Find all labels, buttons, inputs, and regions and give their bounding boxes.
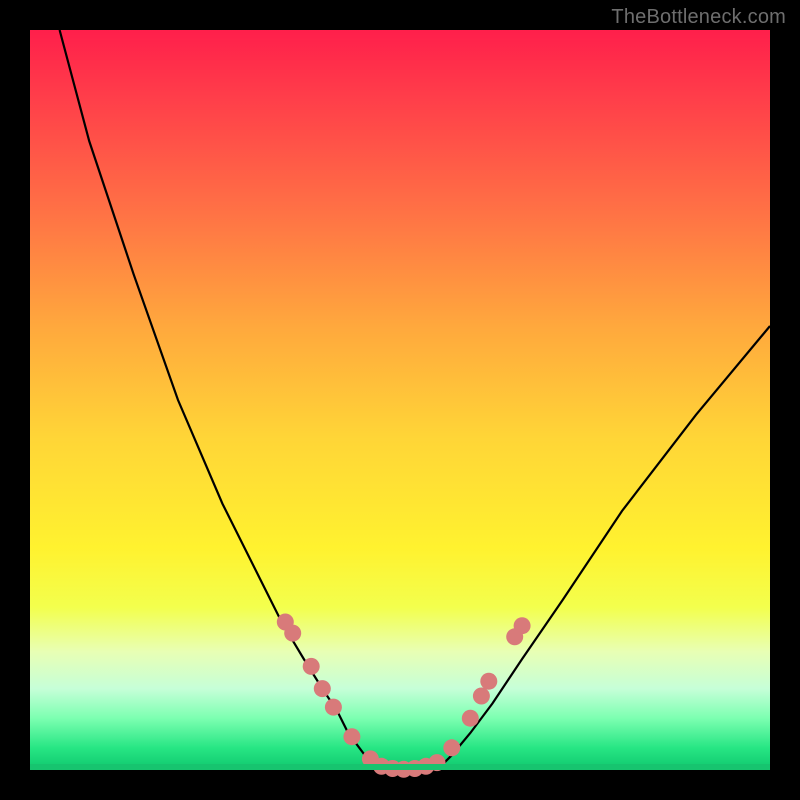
plot-area bbox=[30, 30, 770, 770]
curve-marker bbox=[473, 688, 490, 705]
curve-marker bbox=[325, 699, 342, 716]
curve-marker bbox=[284, 625, 301, 642]
curve-marker bbox=[462, 710, 479, 727]
curve-marker bbox=[343, 728, 360, 745]
bottleneck-curve bbox=[30, 30, 770, 770]
curve-right-branch bbox=[437, 326, 770, 770]
watermark-text: TheBottleneck.com bbox=[611, 6, 786, 29]
curve-left-branch bbox=[60, 30, 382, 770]
curve-markers bbox=[277, 614, 531, 778]
green-baseline-strip bbox=[30, 764, 770, 770]
curve-marker bbox=[443, 739, 460, 756]
curve-marker bbox=[303, 658, 320, 675]
curve-marker bbox=[480, 673, 497, 690]
curve-marker bbox=[514, 617, 531, 634]
chart-frame: TheBottleneck.com bbox=[0, 0, 800, 800]
curve-marker bbox=[314, 680, 331, 697]
